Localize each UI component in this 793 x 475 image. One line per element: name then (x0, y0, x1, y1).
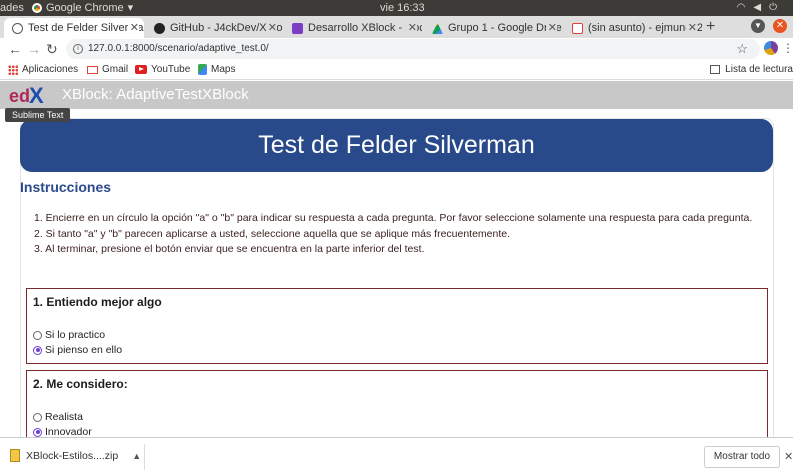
option-label: Si lo practico (45, 329, 106, 341)
downloads-bar: XBlock-Estilos....zip ▲ Mostrar todo ✕ (0, 437, 793, 475)
youtube-icon (135, 65, 147, 74)
question-1: 1. Entiendo mejor algo Si lo practico Si… (26, 288, 768, 364)
option-1a[interactable]: Si lo practico (33, 329, 105, 341)
bookmark-label: Gmail (102, 64, 129, 75)
radio-button-selected[interactable] (33, 345, 42, 355)
bookmark-apps[interactable]: Aplicaciones (8, 60, 78, 79)
github-icon (154, 23, 165, 34)
reload-button[interactable]: ↻ (46, 39, 58, 59)
instruction-item: 1. Encierre en un círculo la opción "a" … (34, 212, 753, 224)
radio-button[interactable] (33, 330, 42, 340)
radio-button[interactable] (33, 412, 42, 422)
tab-github[interactable]: GitHub - J4ckDev/XBlock ✕ (146, 18, 282, 38)
divider (144, 444, 145, 470)
site-info-icon[interactable]: i (73, 44, 83, 54)
volume-icon: ◀ (753, 2, 770, 13)
url-text: 127.0.0.1:8000/scenario/adaptive_test.0/ (88, 43, 269, 54)
xblock-title: XBlock: AdaptiveTestXBlock (62, 86, 249, 103)
close-tab-icon[interactable]: ✕ (127, 18, 139, 38)
forward-button[interactable]: → (27, 39, 41, 59)
gmail-icon (572, 23, 583, 34)
window-controls: ▼ ✕ (751, 19, 787, 33)
tooltip: Sublime Text (5, 108, 71, 122)
tab-desarrollo-xblock[interactable]: Desarrollo XBlock - Doc ✕ (284, 18, 422, 38)
svg-text:X: X (29, 84, 44, 106)
zip-file-icon (10, 449, 20, 462)
close-icon[interactable]: ✕ (784, 450, 793, 463)
clock[interactable]: vie 16:33 (380, 0, 425, 16)
maps-icon (198, 64, 207, 75)
app-menu[interactable]: Google Chrome ▾ (32, 0, 133, 16)
svg-text:e: e (9, 86, 19, 106)
bookmark-youtube[interactable]: YouTube (135, 60, 190, 79)
chevron-down-icon: ▾ (127, 2, 134, 14)
power-icon: ⏻ (769, 2, 785, 13)
tab-search-icon[interactable]: ▼ (751, 19, 765, 33)
reading-list-label: Lista de lectura (725, 64, 793, 75)
bookmark-label: YouTube (151, 64, 191, 75)
wifi-icon: ◠ (736, 2, 754, 13)
download-item[interactable]: XBlock-Estilos....zip ▲ (10, 449, 141, 462)
close-tab-icon[interactable]: ✕ (545, 18, 557, 38)
tab-label: Grupo 1 - Google Drive (448, 22, 562, 34)
edx-logo: e d X (9, 84, 44, 106)
back-button[interactable]: ← (8, 39, 22, 59)
tab-gmail[interactable]: (sin asunto) - ejmunoz2 ✕ (564, 18, 702, 38)
download-filename: XBlock-Estilos....zip (26, 449, 119, 462)
browser-toolbar: ← → ↻ i 127.0.0.1:8000/scenario/adaptive… (0, 38, 793, 60)
system-tray[interactable]: ◠◀⏻ (737, 0, 785, 16)
show-all-button[interactable]: Mostrar todo (704, 446, 780, 468)
apps-grid-icon (8, 64, 18, 75)
profile-avatar[interactable] (764, 41, 778, 55)
instructions-list: 1. Encierre en un círculo la opción "a" … (34, 211, 752, 258)
test-banner: Test de Felder Silverman (20, 119, 773, 172)
question-title: 1. Entiendo mejor algo (33, 295, 162, 309)
bookmark-star-icon[interactable]: ☆ (736, 39, 748, 59)
bookmark-label: Maps (211, 64, 236, 75)
chrome-menu-icon[interactable]: ⋮ (782, 40, 793, 56)
os-top-bar: ades Google Chrome ▾ vie 16:33 ◠◀⏻ (0, 0, 793, 16)
bookmark-maps[interactable]: Maps (198, 60, 235, 79)
instruction-item: 3. Al terminar, presione el botón enviar… (34, 243, 425, 255)
gmail-icon (87, 65, 98, 74)
reading-list-icon (710, 65, 721, 74)
close-tab-icon[interactable]: ✕ (685, 18, 697, 38)
xblock-header: e d X XBlock: AdaptiveTestXBlock (0, 81, 793, 109)
new-tab-button[interactable]: + (706, 16, 715, 38)
reading-list[interactable]: Lista de lectura (704, 60, 793, 79)
globe-icon (12, 23, 23, 34)
address-bar[interactable]: i 127.0.0.1:8000/scenario/adaptive_test.… (66, 39, 760, 59)
option-label: Realista (45, 411, 83, 423)
tab-felder-silverman[interactable]: Test de Felder Silverman ✕ (4, 18, 144, 38)
option-1b[interactable]: Si pienso en ello (33, 344, 122, 356)
tab-strip: Test de Felder Silverman ✕ GitHub - J4ck… (0, 16, 793, 38)
radio-button-selected[interactable] (33, 427, 42, 437)
activities-label[interactable]: ades (0, 0, 24, 16)
docs-icon (292, 23, 303, 34)
instruction-item: 2. Si tanto "a" y "b" parecen aplicarse … (34, 227, 511, 240)
chevron-up-icon[interactable]: ▲ (132, 451, 141, 461)
question-title: 2. Me considero: (33, 377, 128, 391)
drive-icon (432, 23, 443, 34)
tab-label: Test de Felder Silverman (28, 22, 144, 34)
close-tab-icon[interactable]: ✕ (405, 18, 417, 38)
chrome-icon (32, 3, 42, 13)
test-title: Test de Felder Silverman (258, 131, 535, 159)
instructions-heading: Instrucciones (20, 179, 112, 195)
bookmark-gmail[interactable]: Gmail (87, 60, 128, 79)
bookmarks-bar: Aplicaciones Gmail YouTube Maps Lista de… (0, 60, 793, 80)
tab-google-drive[interactable]: Grupo 1 - Google Drive ✕ (424, 18, 562, 38)
option-2a[interactable]: Realista (33, 411, 83, 423)
app-name: Google Chrome (46, 2, 124, 14)
bookmark-label: Aplicaciones (22, 64, 79, 75)
close-tab-icon[interactable]: ✕ (265, 18, 277, 38)
window-close-button[interactable]: ✕ (773, 19, 787, 33)
option-label: Si pienso en ello (45, 344, 123, 356)
